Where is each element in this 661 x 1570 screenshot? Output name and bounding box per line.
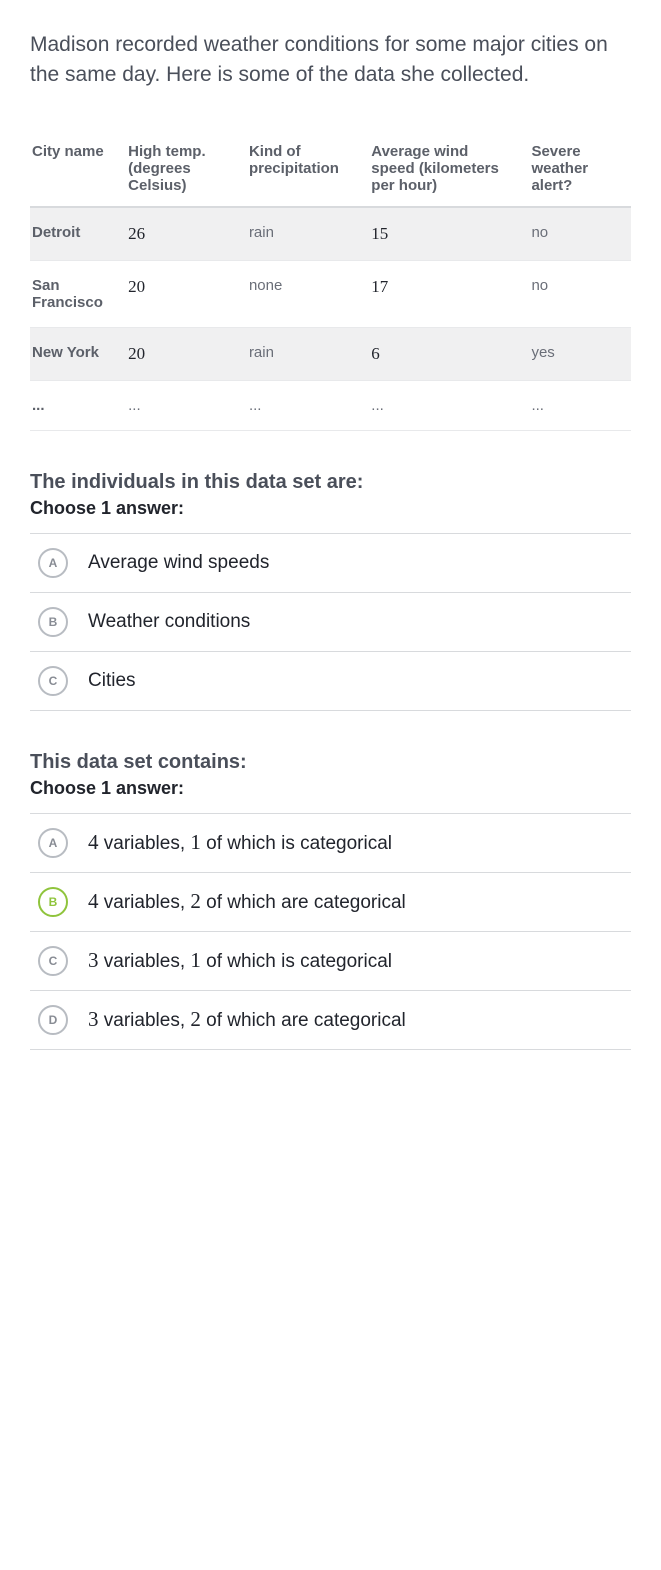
cell-alert: no — [529, 207, 631, 261]
choice-label: 4 variables, 1 of which is categorical — [88, 830, 392, 855]
cell-city: New York — [30, 327, 126, 380]
cell-precip: rain — [247, 207, 369, 261]
radio-icon: C — [38, 946, 68, 976]
choice-c[interactable]: C Cities — [30, 652, 631, 711]
table-row: New York 20 rain 6 yes — [30, 327, 631, 380]
choice-label: 4 variables, 2 of which are categorical — [88, 889, 406, 914]
question-1: The individuals in this data set are: Ch… — [30, 471, 631, 711]
choice-a[interactable]: A Average wind speeds — [30, 534, 631, 593]
cell-alert: ... — [529, 380, 631, 430]
choice-d[interactable]: D 3 variables, 2 of which are categorica… — [30, 991, 631, 1050]
cell-precip: ... — [247, 380, 369, 430]
col-header: Severe weather alert? — [529, 131, 631, 207]
choice-list: A 4 variables, 1 of which is categorical… — [30, 813, 631, 1050]
radio-icon: A — [38, 828, 68, 858]
cell-temp: 26 — [126, 207, 247, 261]
question-instruction: Choose 1 answer: — [30, 498, 631, 519]
choice-label: Weather conditions — [88, 611, 250, 633]
choice-b[interactable]: B 4 variables, 2 of which are categorica… — [30, 873, 631, 932]
cell-wind: 17 — [369, 260, 529, 327]
cell-city: ... — [30, 380, 126, 430]
table-row: Detroit 26 rain 15 no — [30, 207, 631, 261]
radio-icon: B — [38, 607, 68, 637]
table-row: San Francisco 20 none 17 no — [30, 260, 631, 327]
cell-wind: 15 — [369, 207, 529, 261]
question-prompt: This data set contains: — [30, 751, 631, 778]
intro-text: Madison recorded weather conditions for … — [30, 30, 631, 91]
cell-temp: ... — [126, 380, 247, 430]
cell-wind: ... — [369, 380, 529, 430]
radio-icon: B — [38, 887, 68, 917]
data-table: City name High temp. (degrees Celsius) K… — [30, 131, 631, 431]
radio-icon: C — [38, 666, 68, 696]
choice-c[interactable]: C 3 variables, 1 of which is categorical — [30, 932, 631, 991]
radio-icon: D — [38, 1005, 68, 1035]
question-instruction: Choose 1 answer: — [30, 778, 631, 799]
col-header: Average wind speed (kilometers per hour) — [369, 131, 529, 207]
cell-city: San Francisco — [30, 260, 126, 327]
cell-precip: none — [247, 260, 369, 327]
cell-temp: 20 — [126, 327, 247, 380]
cell-precip: rain — [247, 327, 369, 380]
cell-temp: 20 — [126, 260, 247, 327]
choice-b[interactable]: B Weather conditions — [30, 593, 631, 652]
cell-alert: no — [529, 260, 631, 327]
choice-label: Cities — [88, 670, 136, 692]
choice-label: Average wind speeds — [88, 552, 269, 574]
choice-label: 3 variables, 2 of which are categorical — [88, 1007, 406, 1032]
table-row: ... ... ... ... ... — [30, 380, 631, 430]
question-2: This data set contains: Choose 1 answer:… — [30, 751, 631, 1050]
question-prompt: The individuals in this data set are: — [30, 471, 631, 498]
col-header: High temp. (degrees Celsius) — [126, 131, 247, 207]
col-header: Kind of precipitation — [247, 131, 369, 207]
choice-label: 3 variables, 1 of which is categorical — [88, 948, 392, 973]
choice-a[interactable]: A 4 variables, 1 of which is categorical — [30, 814, 631, 873]
choice-list: A Average wind speeds B Weather conditio… — [30, 533, 631, 711]
radio-icon: A — [38, 548, 68, 578]
cell-wind: 6 — [369, 327, 529, 380]
cell-city: Detroit — [30, 207, 126, 261]
cell-alert: yes — [529, 327, 631, 380]
col-header: City name — [30, 131, 126, 207]
